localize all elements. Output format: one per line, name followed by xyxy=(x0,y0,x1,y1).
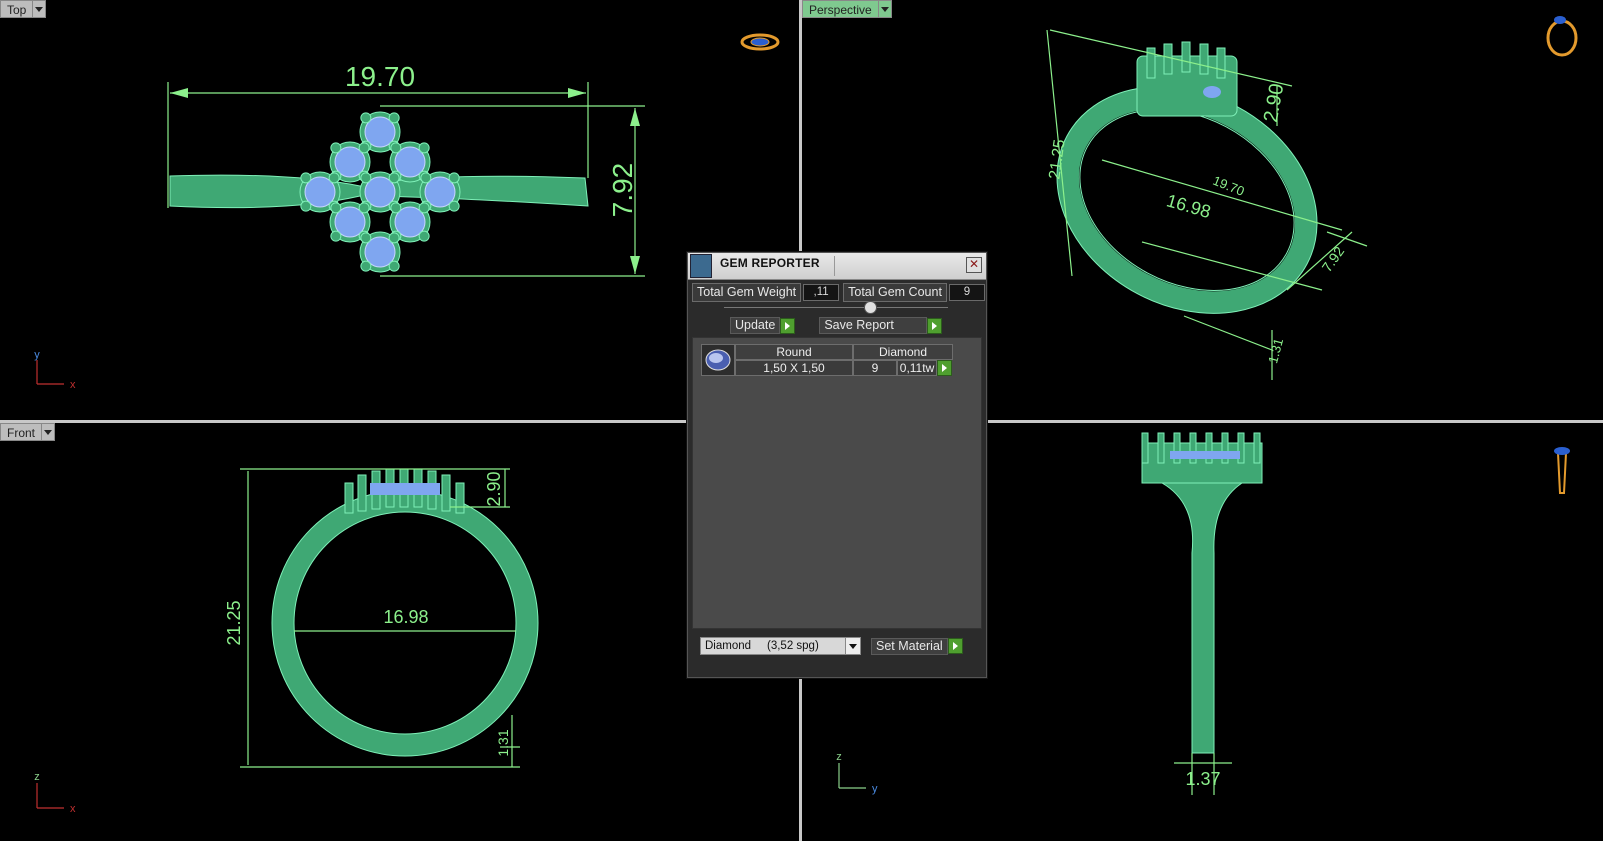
dialog-titlebar[interactable]: GEM REPORTER ✕ xyxy=(688,253,986,280)
gem-prong xyxy=(420,172,432,184)
gem-reporter-logo-icon xyxy=(690,254,712,278)
gem-count-cell: 9 xyxy=(853,360,897,376)
perspective-viewcube-icon xyxy=(1546,16,1578,57)
viewcube-icon xyxy=(740,33,780,51)
gem-prong xyxy=(358,202,370,214)
dim-front-head: 2.90 xyxy=(484,471,504,506)
gem-prong xyxy=(388,112,400,124)
dialog-title: GEM REPORTER xyxy=(720,256,820,270)
gem-prong xyxy=(388,232,400,244)
gem-prong xyxy=(390,202,402,214)
dim-persp-depth: 7.92 xyxy=(1319,243,1348,275)
chevron-down-icon[interactable] xyxy=(845,638,860,654)
chevron-down-icon[interactable] xyxy=(42,423,56,441)
dim-front-height: 21.25 xyxy=(224,600,244,645)
viewport-label-perspective[interactable]: Perspective xyxy=(802,0,892,18)
gem-prong xyxy=(360,232,372,244)
gem-prong xyxy=(388,172,400,184)
axis-label-y-side: y xyxy=(872,783,878,795)
top-view-drawing: 19.70 7.92 y x xyxy=(34,33,780,391)
total-weight-value: ,11 xyxy=(803,284,840,301)
gem-prong xyxy=(330,202,342,214)
total-weight-label: Total Gem Weight xyxy=(692,283,802,302)
gem-reporter-dialog[interactable]: GEM REPORTER ✕ Total Gem Weight ,11 Tota… xyxy=(687,252,987,678)
play-arrow-icon[interactable] xyxy=(927,317,943,334)
collapse-knob-icon[interactable] xyxy=(864,301,877,314)
gem-prong xyxy=(300,200,312,212)
play-arrow-icon[interactable] xyxy=(780,317,796,334)
viewport-label-front[interactable]: Front xyxy=(0,423,56,441)
axis-label-z-side: z xyxy=(836,751,842,763)
gem-prong xyxy=(448,200,460,212)
actions-row: Update Save Report xyxy=(730,317,943,334)
front-view-drawing: 21.25 16.98 2.90 1.31 z x xyxy=(34,468,539,815)
gem-row-button[interactable] xyxy=(937,360,953,376)
side-head xyxy=(1141,432,1263,754)
material-select[interactable]: Diamond (3,52 spg) xyxy=(700,637,861,655)
gem-prong xyxy=(330,142,342,154)
play-arrow-icon[interactable] xyxy=(947,638,963,654)
gem-list-panel[interactable]: Round Diamond 1,50 X 1,50 9 0,11tw xyxy=(692,337,982,629)
gem-prong xyxy=(358,142,370,154)
dim-persp-inner: 16.98 xyxy=(1164,190,1213,222)
dim-top-height: 7.92 xyxy=(607,163,638,218)
titlebar-separator xyxy=(834,256,835,276)
close-icon[interactable]: ✕ xyxy=(966,257,982,273)
play-arrow-icon[interactable] xyxy=(937,360,952,376)
gem-size-cell: 1,50 X 1,50 xyxy=(735,360,853,376)
gem-prong xyxy=(330,230,342,242)
dialog-splitter[interactable] xyxy=(724,301,948,314)
material-row: Diamond (3,52 spg) Set Material xyxy=(700,637,963,655)
round-gem-icon xyxy=(701,344,735,376)
gem-weight-cell: 0,11tw xyxy=(897,360,937,376)
gem-prong xyxy=(448,172,460,184)
dim-front-inner: 16.98 xyxy=(383,607,428,627)
chevron-down-icon[interactable] xyxy=(878,0,892,18)
set-material-button[interactable]: Set Material xyxy=(871,637,963,655)
front-head xyxy=(344,468,465,514)
dim-front-shank: 1.31 xyxy=(495,729,511,756)
gem-prong xyxy=(418,142,430,154)
totals-row: Total Gem Weight ,11 Total Gem Count 9 xyxy=(692,283,985,302)
dim-persp-width: 19.70 xyxy=(1211,173,1247,199)
total-count-label: Total Gem Count xyxy=(843,283,947,302)
gem-prong xyxy=(390,142,402,154)
gem-prong xyxy=(418,202,430,214)
axis-label-y: y xyxy=(34,349,40,361)
gem-prong xyxy=(418,230,430,242)
axis-label-x-front: x xyxy=(70,803,76,815)
gem-prong xyxy=(388,260,400,272)
dim-persp-shank: 1.31 xyxy=(1265,337,1286,365)
dim-top-width: 19.70 xyxy=(345,61,415,92)
gem-type-cell: Diamond xyxy=(853,344,953,360)
total-count-value: 9 xyxy=(948,284,985,301)
gem-prong xyxy=(328,172,340,184)
chevron-down-icon[interactable] xyxy=(33,0,47,18)
gem-cluster xyxy=(299,111,461,273)
axis-label-z: z xyxy=(34,771,40,783)
update-button[interactable]: Update xyxy=(730,317,796,334)
dim-persp-head: 2.90 xyxy=(1260,82,1288,124)
gem-table: Round Diamond 1,50 X 1,50 9 0,11tw xyxy=(701,344,953,376)
dim-side-shank: 1.37 xyxy=(1185,769,1220,789)
viewport-front[interactable]: 21.25 16.98 2.90 1.31 z x Front xyxy=(0,423,799,841)
gem-shape-cell: Round xyxy=(735,344,853,360)
gem-prong xyxy=(360,260,372,272)
side-viewcube-icon xyxy=(1554,447,1570,494)
gem-prong xyxy=(360,172,372,184)
gem-prong xyxy=(300,172,312,184)
axis-label-x: x xyxy=(70,379,76,391)
viewport-top[interactable]: 19.70 7.92 y x Top xyxy=(0,0,799,420)
gem-prong xyxy=(360,112,372,124)
save-report-button[interactable]: Save Report xyxy=(819,317,943,334)
viewport-label-top[interactable]: Top xyxy=(0,0,47,18)
